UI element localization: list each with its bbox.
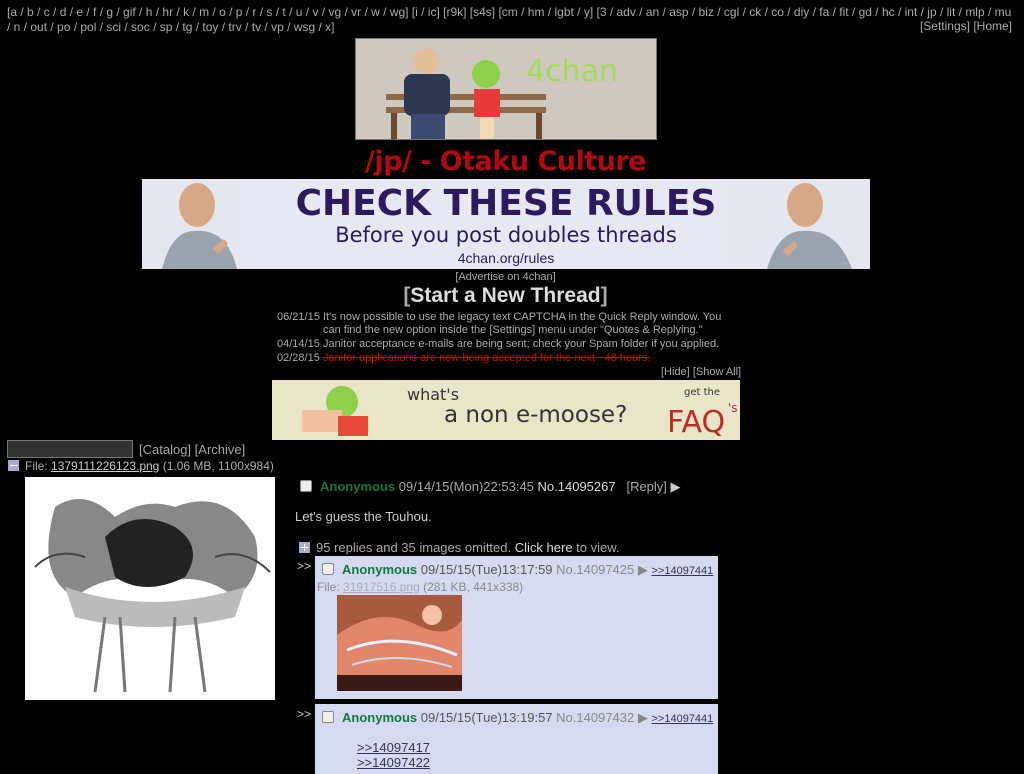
board-title: /jp/ - Otaku Culture <box>364 146 647 177</box>
reply-header: Anonymous 09/15/15(Tue)13:19:57 No.14097… <box>322 710 713 726</box>
reply-checkbox[interactable] <box>322 711 334 723</box>
reply-header: Anonymous 09/15/15(Tue)13:17:59 No.14097… <box>322 562 713 578</box>
file-label: File: <box>317 580 340 594</box>
board-banner[interactable]: 4chan <box>355 38 657 140</box>
reply-poster-name: Anonymous <box>342 562 418 577</box>
omitted-notice: 95 replies and 35 images omitted. Click … <box>299 540 620 555</box>
op-file-meta: (1.06 MB, 1100x984) <box>162 459 274 473</box>
op-image[interactable] <box>25 477 275 700</box>
reply-image-art <box>337 595 462 691</box>
reply-side-arrows: >> <box>297 559 312 573</box>
news-date: 02/28/15 <box>277 352 320 364</box>
op-image-sketch <box>25 477 275 700</box>
quote-link[interactable]: >>14097417 <box>357 740 430 755</box>
news-text: It's now possible to use the legacy text… <box>323 311 722 336</box>
post-menu-icon[interactable]: ▶ <box>638 562 648 577</box>
news-hide-link[interactable]: [Hide] <box>661 366 690 378</box>
op-post-number[interactable]: No.14095267 <box>538 479 616 494</box>
reply-image[interactable] <box>337 595 462 691</box>
hide-thread-icon[interactable] <box>8 460 19 471</box>
start-thread[interactable]: [Start a New Thread] <box>0 284 1011 308</box>
op-poster-name: Anonymous <box>320 479 396 494</box>
start-thread-link[interactable]: Start a New Thread <box>410 284 600 307</box>
reply-datetime: 09/15/15(Tue)13:19:57 <box>420 710 553 725</box>
news-text: Janitor applications are now being accep… <box>323 352 651 364</box>
news-show-all-link[interactable]: [Show All] <box>693 366 741 378</box>
omitted-suffix: to view. <box>576 540 620 555</box>
reply-quote-link[interactable]: >>14097417 <box>357 740 430 755</box>
news-item: 06/21/15 It's now possible to use the leg… <box>277 311 723 337</box>
ad-subline: Before you post doubles threads <box>335 223 677 247</box>
op-message: Let's guess the Touhou. <box>295 509 432 524</box>
reply-poster-name: Anonymous <box>342 710 418 725</box>
advertise-link[interactable]: [Advertise on 4chan] <box>0 271 1011 283</box>
op-post-header: Anonymous 09/14/15(Mon)22:53:45 No.14095… <box>300 479 681 495</box>
file-label: File: <box>25 459 48 473</box>
reply-backlink[interactable]: >>14097441 <box>652 713 714 725</box>
reply-post: Anonymous 09/15/15(Tue)13:19:57 No.14097… <box>315 704 718 774</box>
post-menu-icon[interactable]: ▶ <box>638 710 648 725</box>
top-right-links: [Settings] [Home] <box>920 19 1012 33</box>
op-reply-link[interactable]: [Reply] <box>626 479 666 494</box>
faq-illustration: what's a non e-moose? get the FAQ 's <box>272 380 740 440</box>
start-thread-close-bracket: ] <box>600 284 608 307</box>
faq-small: get the <box>684 387 720 398</box>
reply-post-number[interactable]: No.14097432 <box>556 710 634 725</box>
news-item: 04/14/15 Janitor acceptance e-mails are b… <box>277 338 723 351</box>
reply-file-meta: (281 KB, 441x338) <box>423 580 524 594</box>
news-item: 02/28/15 Janitor applications are now bei… <box>277 352 723 365</box>
catalog-archive-links: [Catalog] [Archive] <box>139 442 245 457</box>
post-menu-icon[interactable]: ▶ <box>671 479 681 494</box>
banner-illustration: 4chan <box>356 39 656 139</box>
ad-headline: CHECK THESE RULES <box>295 183 717 224</box>
board-list[interactable]: [a / b / c / d / e / f / g / gif / h / h… <box>7 5 1012 35</box>
op-file-info: File: 1379111226123.png (1.06 MB, 1100x9… <box>8 459 274 473</box>
news-text: Janitor acceptance e-mails are being sen… <box>323 338 720 350</box>
faq-line2: a non e-moose? <box>444 402 627 428</box>
catalog-link[interactable]: [Catalog] <box>139 442 191 457</box>
ad-banner[interactable]: CHECK THESE RULES Before you post double… <box>142 179 870 269</box>
reply-datetime: 09/15/15(Tue)13:17:59 <box>420 562 553 577</box>
op-datetime: 09/14/15(Mon)22:53:45 <box>398 479 534 494</box>
faq-banner[interactable]: what's a non e-moose? get the FAQ 's <box>272 380 740 440</box>
omitted-count: 95 replies and 35 images omitted. <box>316 540 512 555</box>
reply-file-link[interactable]: 31917516.png <box>343 580 420 594</box>
expand-thread-icon[interactable] <box>299 542 310 553</box>
faq-apostrophe: 's <box>728 401 738 415</box>
reply-post: Anonymous 09/15/15(Tue)13:17:59 No.14097… <box>315 556 718 699</box>
home-link[interactable]: [Home] <box>973 19 1012 33</box>
expand-thread-link[interactable]: Click here <box>515 540 573 555</box>
news-date: 04/14/15 <box>277 338 320 350</box>
reply-side-arrows: >> <box>297 707 312 721</box>
reply-post-number[interactable]: No.14097425 <box>556 562 634 577</box>
banner-text: 4chan <box>526 54 618 89</box>
reply-backlink[interactable]: >>14097441 <box>652 565 714 577</box>
news-date: 06/21/15 <box>277 311 320 323</box>
ad-url: 4chan.org/rules <box>457 250 555 266</box>
op-file-link[interactable]: 1379111226123.png <box>51 459 159 473</box>
news-controls: [Hide] [Show All] <box>661 366 741 378</box>
op-checkbox[interactable] <box>300 480 312 492</box>
faq-big: FAQ <box>667 405 725 440</box>
settings-link[interactable]: [Settings] <box>920 19 970 33</box>
reply-file-info: File: 31917516.png (281 KB, 441x338) <box>317 580 523 594</box>
search-input[interactable] <box>7 440 133 458</box>
archive-link[interactable]: [Archive] <box>195 442 246 457</box>
reply-checkbox[interactable] <box>322 563 334 575</box>
